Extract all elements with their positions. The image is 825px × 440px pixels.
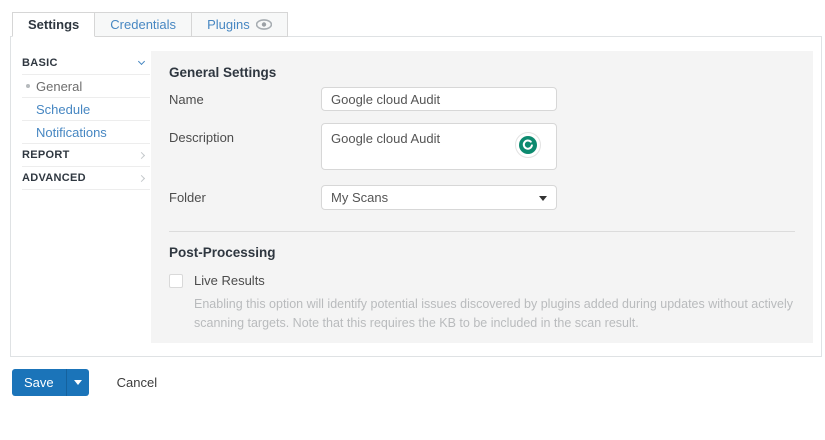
chevron-right-icon [137,151,146,159]
sidebar-section-basic-label: BASIC [22,57,58,69]
live-results-checkbox[interactable] [169,273,183,288]
description-row: Description Google cloud Audit [169,123,795,170]
live-results-label: Live Results [194,273,265,288]
sidebar-item-notifications[interactable]: Notifications [22,121,150,144]
grammarly-icon[interactable] [515,132,541,158]
sidebar-item-general-label: General [36,78,83,94]
sidebar-section-report-label: REPORT [22,149,70,161]
save-split-button: Save [12,369,89,396]
tab-plugins-label: Plugins [207,17,250,32]
settings-content-box: BASIC General Schedule Notifications REP… [10,36,822,357]
name-row: Name [169,87,795,111]
sidebar-item-schedule[interactable]: Schedule [22,98,150,121]
name-input[interactable] [321,87,557,111]
folder-row: Folder My Scans [169,185,795,210]
sidebar-item-general[interactable]: General [22,75,150,98]
tab-credentials[interactable]: Credentials [94,12,193,37]
caret-down-icon [73,380,82,385]
save-options-button[interactable] [65,369,89,396]
chevron-down-icon [137,57,146,66]
sidebar-section-advanced[interactable]: ADVANCED [22,167,150,190]
folder-select[interactable]: My Scans [321,185,557,210]
bullet-icon [26,84,30,88]
sidebar-item-schedule-label: Schedule [36,101,91,117]
folder-select-value: My Scans [331,190,389,205]
sidebar-item-notifications-label: Notifications [36,124,107,140]
tab-credentials-label: Credentials [110,17,177,32]
folder-label: Folder [169,190,206,205]
post-processing-title: Post-Processing [169,245,276,260]
footer-actions: Save Cancel [12,369,157,396]
tab-bar: Settings Credentials Plugins [12,12,288,37]
settings-sidebar: BASIC General Schedule Notifications REP… [22,52,150,190]
sidebar-section-advanced-label: ADVANCED [22,172,86,184]
tab-settings[interactable]: Settings [12,12,96,37]
general-settings-panel: General Settings Name Description Google… [151,51,813,343]
description-label: Description [169,130,235,145]
sidebar-section-report[interactable]: REPORT [22,144,150,167]
save-button[interactable]: Save [12,369,66,396]
general-settings-title: General Settings [169,65,277,80]
chevron-right-icon [137,174,146,182]
live-results-row: Live Results [169,273,795,288]
name-label: Name [169,92,204,107]
caret-down-icon [539,196,547,201]
live-results-help-text: Enabling this option will identify poten… [194,297,793,330]
sidebar-section-basic[interactable]: BASIC [22,52,150,75]
tab-settings-label: Settings [28,17,80,32]
tab-plugins[interactable]: Plugins [191,12,288,37]
description-field-wrap: Google cloud Audit [321,123,557,170]
eye-icon [255,19,272,30]
section-divider [169,231,795,232]
cancel-button[interactable]: Cancel [117,375,157,390]
